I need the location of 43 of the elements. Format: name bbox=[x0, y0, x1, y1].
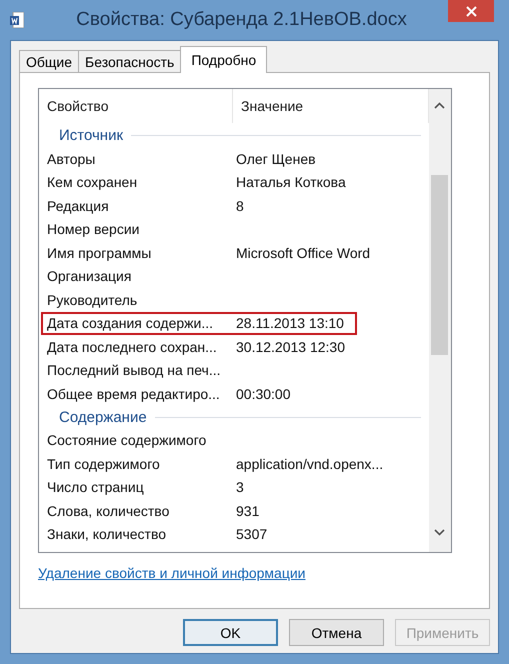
close-button[interactable] bbox=[448, 0, 494, 22]
window-title: Свойства: Субаренда 2.1НевОВ.docx bbox=[75, 9, 408, 31]
group-heading: Содержание bbox=[59, 408, 147, 426]
scroll-down-icon[interactable] bbox=[434, 528, 445, 536]
property-value: 3 bbox=[236, 479, 244, 496]
scrollbar[interactable] bbox=[429, 89, 451, 552]
property-value: 30.12.2013 12:30 bbox=[236, 338, 345, 355]
property-name: Состояние содержимого bbox=[46, 432, 208, 448]
property-value: 8 bbox=[236, 198, 244, 214]
ok-button[interactable]: OK bbox=[183, 619, 278, 646]
property-value: Олег Щенев bbox=[236, 150, 316, 167]
property-name: Дата последнего сохран... bbox=[46, 338, 218, 355]
scrollbar-thumb[interactable] bbox=[431, 175, 448, 355]
property-name: Последний вывод на печ... bbox=[46, 362, 222, 378]
property-value: 5307 bbox=[236, 526, 268, 542]
remove-properties-link[interactable]: Удаление свойств и личной информации bbox=[38, 565, 306, 581]
property-value: Наталья Коткова bbox=[236, 174, 346, 190]
property-name: Руководитель bbox=[46, 292, 138, 308]
property-name: Дата создания содержи... bbox=[46, 315, 214, 332]
property-value: 931 bbox=[236, 502, 260, 519]
property-value: 28.11.2013 13:10 bbox=[236, 315, 344, 332]
word-document-icon[interactable] bbox=[10, 12, 24, 28]
property-name: Кем сохранен bbox=[46, 174, 138, 190]
property-name: Общее время редактиро... bbox=[46, 386, 221, 402]
column-header[interactable]: Свойство bbox=[39, 89, 233, 123]
property-name: Слова, количество bbox=[46, 502, 170, 519]
group-heading: Источник bbox=[59, 127, 124, 144]
tab[interactable]: Подробно bbox=[180, 46, 268, 73]
close-icon bbox=[466, 6, 476, 16]
property-name: Редакция bbox=[46, 198, 110, 214]
property-value: Microsoft Office Word bbox=[236, 244, 370, 261]
property-name: Имя программы bbox=[46, 244, 152, 261]
property-name: Тип содержимого bbox=[46, 456, 161, 472]
property-value: 00:30:00 bbox=[236, 386, 290, 402]
property-name: Знаки, количество bbox=[46, 526, 168, 542]
property-value: application/vnd.openx... bbox=[236, 456, 384, 472]
scroll-up-icon[interactable] bbox=[434, 102, 445, 110]
tab[interactable]: Общие bbox=[19, 50, 80, 72]
property-name: Число страниц bbox=[46, 479, 145, 496]
property-name: Авторы bbox=[46, 150, 96, 167]
property-name: Номер версии bbox=[46, 221, 140, 238]
property-name: Организация bbox=[46, 268, 132, 284]
cancel-button[interactable]: Отмена bbox=[289, 619, 384, 646]
